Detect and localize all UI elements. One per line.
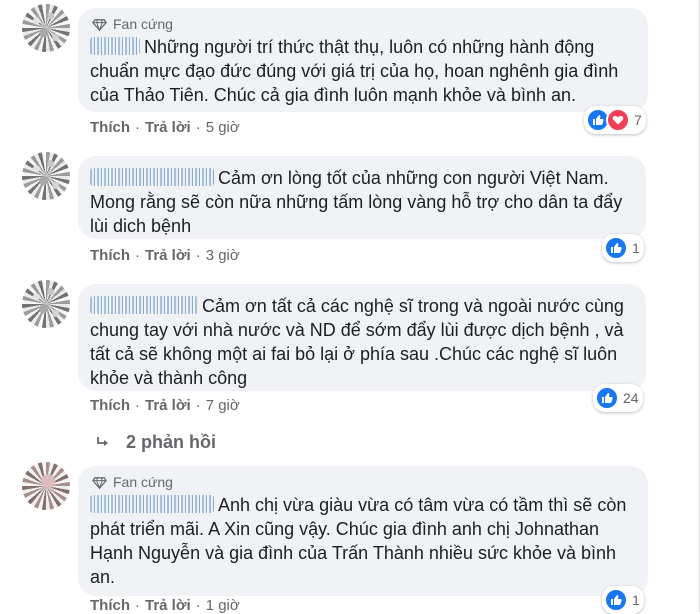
view-replies-button[interactable]: 2 phản hồi <box>96 432 216 453</box>
comment-bubble: Fan cứng Những người trí thức thật thụ, … <box>78 8 648 112</box>
blurred-username[interactable] <box>90 37 140 55</box>
blurred-username[interactable] <box>90 168 214 186</box>
replies-label: 2 phản hồi <box>126 432 216 452</box>
timestamp[interactable]: 1 giờ <box>206 597 240 614</box>
reply-link[interactable]: Trả lời <box>145 597 191 614</box>
reaction-count: 1 <box>632 240 640 256</box>
like-reaction-icon <box>595 386 619 410</box>
separator: · <box>195 247 201 264</box>
avatar[interactable] <box>22 280 70 328</box>
badge-label: Fan cứng <box>113 474 173 490</box>
like-link[interactable]: Thích <box>90 247 130 264</box>
timestamp[interactable]: 3 giờ <box>206 247 240 264</box>
reaction-summary[interactable]: 1 <box>602 234 644 262</box>
like-reaction-icon <box>604 588 628 612</box>
separator: · <box>135 119 140 136</box>
like-reaction-icon <box>604 236 628 260</box>
like-link[interactable]: Thích <box>90 597 130 614</box>
diamond-icon <box>92 476 107 489</box>
reaction-count: 1 <box>632 592 640 608</box>
avatar[interactable] <box>22 4 70 52</box>
love-reaction-icon <box>606 108 630 132</box>
comment-bubble: Cảm ơn tất cả các nghệ sĩ trong và ngoài… <box>78 284 646 391</box>
comment-actions: Thích · Trả lời · 1 giờ <box>90 597 240 614</box>
comment-actions: Thích · Trả lời · 7 giờ <box>90 397 240 414</box>
separator: · <box>135 597 140 614</box>
comment-actions: Thích · Trả lời · 3 giờ <box>90 247 240 264</box>
reaction-summary[interactable]: 7 <box>584 106 646 134</box>
timestamp[interactable]: 5 giờ <box>206 119 240 136</box>
separator: · <box>195 597 201 614</box>
reaction-summary[interactable]: 1 <box>602 586 644 614</box>
fan-badge: Fan cứng <box>92 474 636 490</box>
comment-text: Anh chị vừa giàu vừa có tâm vừa có tầm t… <box>90 495 627 587</box>
reply-arrow-icon <box>97 436 108 446</box>
comment-bubble: Cảm ơn lòng tốt của những con người Việt… <box>78 156 646 239</box>
comment-text: Những người trí thức thật thụ, luôn có n… <box>90 37 619 105</box>
reply-link[interactable]: Trả lời <box>145 119 191 136</box>
comment-actions: Thích · Trả lời · 5 giờ <box>90 119 240 136</box>
diamond-icon <box>92 18 107 31</box>
reply-link[interactable]: Trả lời <box>145 247 191 264</box>
fan-badge: Fan cứng <box>92 16 636 32</box>
comment-bubble: Fan cứng Anh chị vừa giàu vừa có tâm vừa… <box>78 466 648 596</box>
reaction-count: 7 <box>634 112 642 128</box>
avatar[interactable] <box>22 152 70 200</box>
like-link[interactable]: Thích <box>90 119 130 136</box>
reaction-count: 24 <box>623 390 639 406</box>
separator: · <box>135 397 140 414</box>
timestamp[interactable]: 7 giờ <box>206 397 240 414</box>
badge-label: Fan cứng <box>113 16 173 32</box>
blurred-username[interactable] <box>90 296 198 314</box>
separator: · <box>195 397 201 414</box>
reaction-summary[interactable]: 24 <box>593 384 643 412</box>
separator: · <box>135 247 140 264</box>
reply-link[interactable]: Trả lời <box>145 397 191 414</box>
comment-text: Cảm ơn lòng tốt của những con người Việt… <box>90 168 623 236</box>
like-link[interactable]: Thích <box>90 397 130 414</box>
comment-text: Cảm ơn tất cả các nghệ sĩ trong và ngoài… <box>90 296 624 388</box>
blurred-username[interactable] <box>90 495 214 513</box>
separator: · <box>195 119 201 136</box>
avatar[interactable] <box>22 462 70 510</box>
